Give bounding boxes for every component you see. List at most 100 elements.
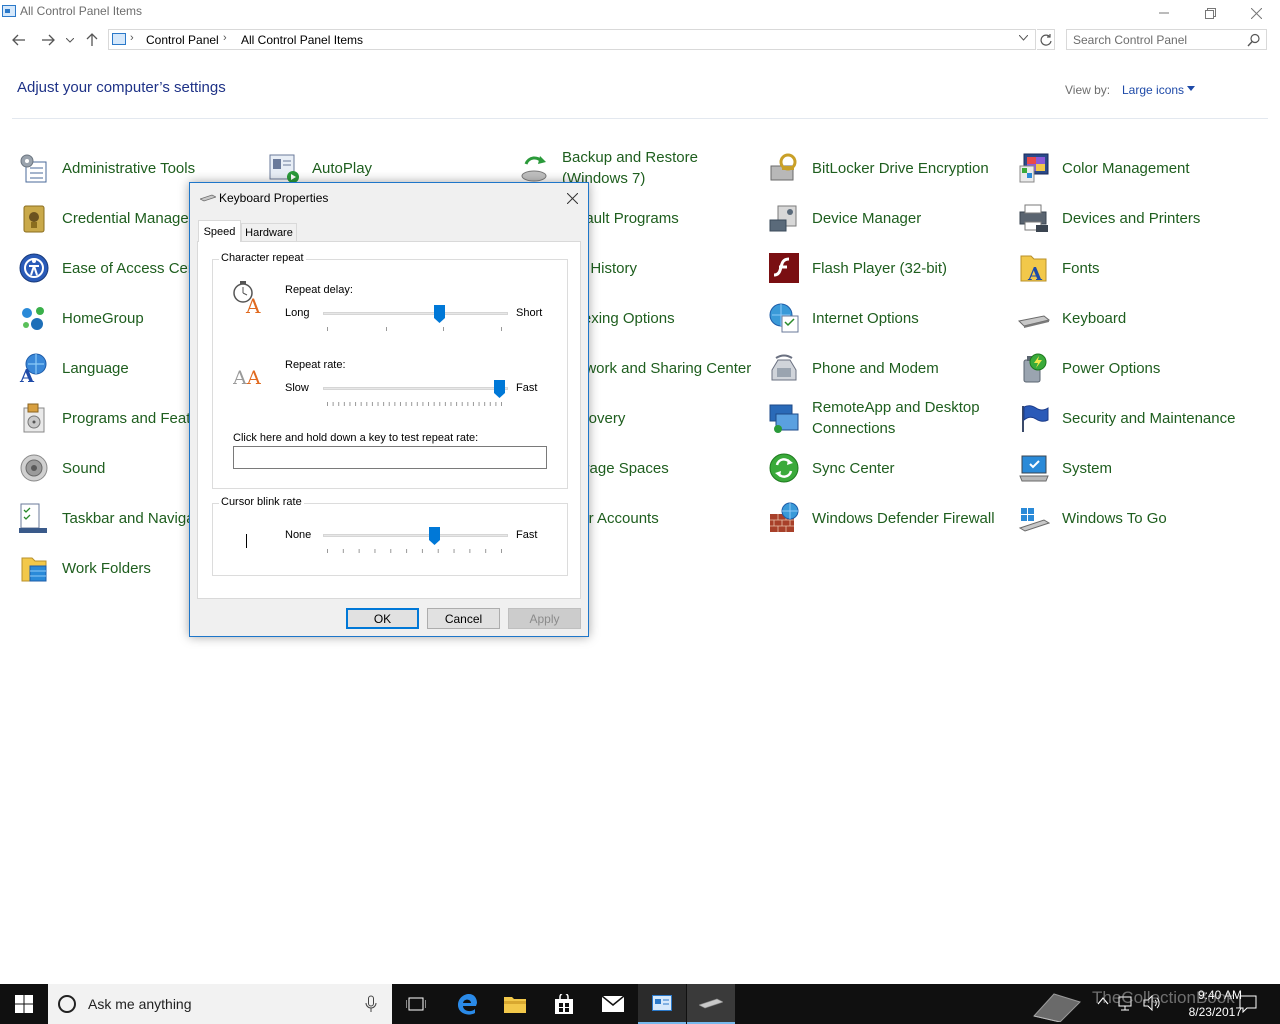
restore-button[interactable] [1187,0,1233,26]
search-box[interactable] [1066,29,1267,50]
cp-item-label[interactable]: Recovery [562,393,758,443]
repeat-delay-slider[interactable] [434,305,446,323]
close-button[interactable] [1233,0,1279,26]
cp-item-sync-center[interactable]: Sync Center [768,443,1008,493]
cp-item-label[interactable]: Power Options [1062,343,1258,393]
apply-button[interactable]: Apply [508,608,581,629]
start-button[interactable] [0,984,48,1024]
cp-item-internet-options[interactable]: Internet Options [768,293,1008,343]
cp-item-label[interactable]: Windows Defender Firewall [812,493,1008,543]
recent-locations-button[interactable] [62,30,78,50]
cancel-button[interactable]: Cancel [427,608,500,629]
address-bar[interactable]: › Control Panel › All Control Panel Item… [108,29,1036,50]
breadcrumb-chevron-icon[interactable]: › [223,32,227,44]
cp-item-label[interactable]: Keyboard [1062,293,1258,343]
view-by-dropdown[interactable]: Large icons [1122,83,1184,97]
microphone-icon[interactable] [365,995,377,1013]
breadcrumb-chevron-icon[interactable]: › [130,32,134,44]
cursor-blink-slider[interactable] [429,527,441,545]
cp-item-keyboard[interactable]: Keyboard [1018,293,1258,343]
repeat-delay-icon: A [233,281,261,314]
dialog-close-button[interactable] [560,187,584,209]
cursor-blink-max-label: Fast [516,529,538,541]
cortana-search-text[interactable]: Ask me anything [88,996,192,1012]
cursor-blink-min-label: None [285,529,312,541]
repeat-delay-ticks [327,327,502,331]
cp-item-label[interactable]: Sync Center [812,443,1008,493]
edge-icon [458,994,477,1015]
cp-item-label[interactable]: Backup and Restore (Windows 7) [562,143,758,193]
device-manager-icon [769,205,797,232]
cortana-search-box[interactable]: Ask me anything [48,984,392,1024]
cp-item-label[interactable]: Phone and Modem [812,343,1008,393]
task-view-icon [406,997,426,1011]
taskbar-keyboard-properties[interactable] [687,984,735,1024]
header-divider [12,118,1268,119]
cp-item-label[interactable]: Windows To Go [1062,493,1258,543]
cp-item-label[interactable]: File History [562,243,758,293]
cp-item-label[interactable]: RemoteApp and Desktop Connections [812,393,1008,443]
cp-item-power-options[interactable]: Power Options [1018,343,1258,393]
repeat-delay-track[interactable] [323,312,508,315]
repeat-rate-track[interactable] [323,387,508,390]
cp-item-bitlocker[interactable]: BitLocker Drive Encryption [768,143,1008,193]
search-icon[interactable] [1247,33,1261,47]
cp-item-system[interactable]: System [1018,443,1258,493]
cp-item-label[interactable]: Network and Sharing Center [562,343,758,393]
cp-item-devices-printers[interactable]: Devices and Printers [1018,193,1258,243]
repeat-test-input[interactable] [233,446,547,469]
caret-down-icon[interactable] [1187,86,1195,91]
tab-speed[interactable]: Speed [198,220,241,242]
taskbar-control-panel[interactable] [638,984,686,1024]
cp-item-label[interactable]: Flash Player (32-bit) [812,243,1008,293]
flag-icon [1022,405,1049,432]
taskbar-edge[interactable] [443,984,491,1024]
cp-item-label[interactable]: BitLocker Drive Encryption [812,143,1008,193]
taskbar: Ask me anything 9:40 AM 8/23/2017 [0,984,1280,1024]
cp-item-security-maintenance[interactable]: Security and Maintenance [1018,393,1258,443]
action-center-icon[interactable] [1239,995,1257,1013]
search-input[interactable] [1073,32,1243,47]
cp-item-label[interactable]: Indexing Options [562,293,758,343]
cursor-blink-track[interactable] [323,534,508,537]
cp-item-device-manager[interactable]: Device Manager [768,193,1008,243]
cp-item-firewall[interactable]: Windows Defender Firewall [768,493,1008,543]
cp-item-windows-to-go[interactable]: Windows To Go [1018,493,1258,543]
breadcrumb-all-items[interactable]: All Control Panel Items [241,33,363,47]
task-view-button[interactable] [392,984,440,1024]
cp-item-flash-player[interactable]: Flash Player (32-bit) [768,243,1008,293]
repeat-rate-slider[interactable] [494,380,505,398]
taskbar-mail[interactable] [589,984,637,1024]
cp-item-fonts[interactable]: A Fonts [1018,243,1258,293]
minimize-button[interactable] [1141,0,1187,26]
cp-item-remoteapp[interactable]: RemoteApp and Desktop Connections [768,393,1008,443]
address-history-dropdown[interactable] [1018,32,1029,44]
cp-item-label[interactable]: Default Programs [562,193,758,243]
cp-item-label[interactable]: Device Manager [812,193,1008,243]
forward-button[interactable] [37,30,59,50]
credential-icon [23,205,45,233]
admin-tools-icon [20,154,47,183]
minimize-icon [1159,12,1169,14]
cp-item-label[interactable]: Security and Maintenance [1062,393,1258,443]
taskbar-store[interactable] [540,984,588,1024]
cp-item-label[interactable]: Devices and Printers [1062,193,1258,243]
cp-item-label[interactable]: Fonts [1062,243,1258,293]
cp-item-label[interactable]: Storage Spaces [562,443,758,493]
breadcrumb-control-panel[interactable]: Control Panel [146,33,219,47]
up-button[interactable] [81,30,103,50]
cp-item-label[interactable]: System [1062,443,1258,493]
ok-button[interactable]: OK [346,608,419,629]
cp-item-label[interactable]: Internet Options [812,293,1008,343]
store-icon [555,994,573,1014]
group-label: Character repeat [219,252,306,264]
sync-icon [769,453,799,483]
back-button[interactable] [8,30,30,50]
tab-hardware[interactable]: Hardware [241,223,297,242]
taskbar-file-explorer[interactable] [491,984,539,1024]
refresh-button[interactable] [1037,29,1055,50]
cp-item-color-management[interactable]: Color Management [1018,143,1258,193]
cp-item-label[interactable]: Color Management [1062,143,1258,193]
cp-item-phone-modem[interactable]: Phone and Modem [768,343,1008,393]
cp-item-label[interactable]: User Accounts [562,493,758,543]
